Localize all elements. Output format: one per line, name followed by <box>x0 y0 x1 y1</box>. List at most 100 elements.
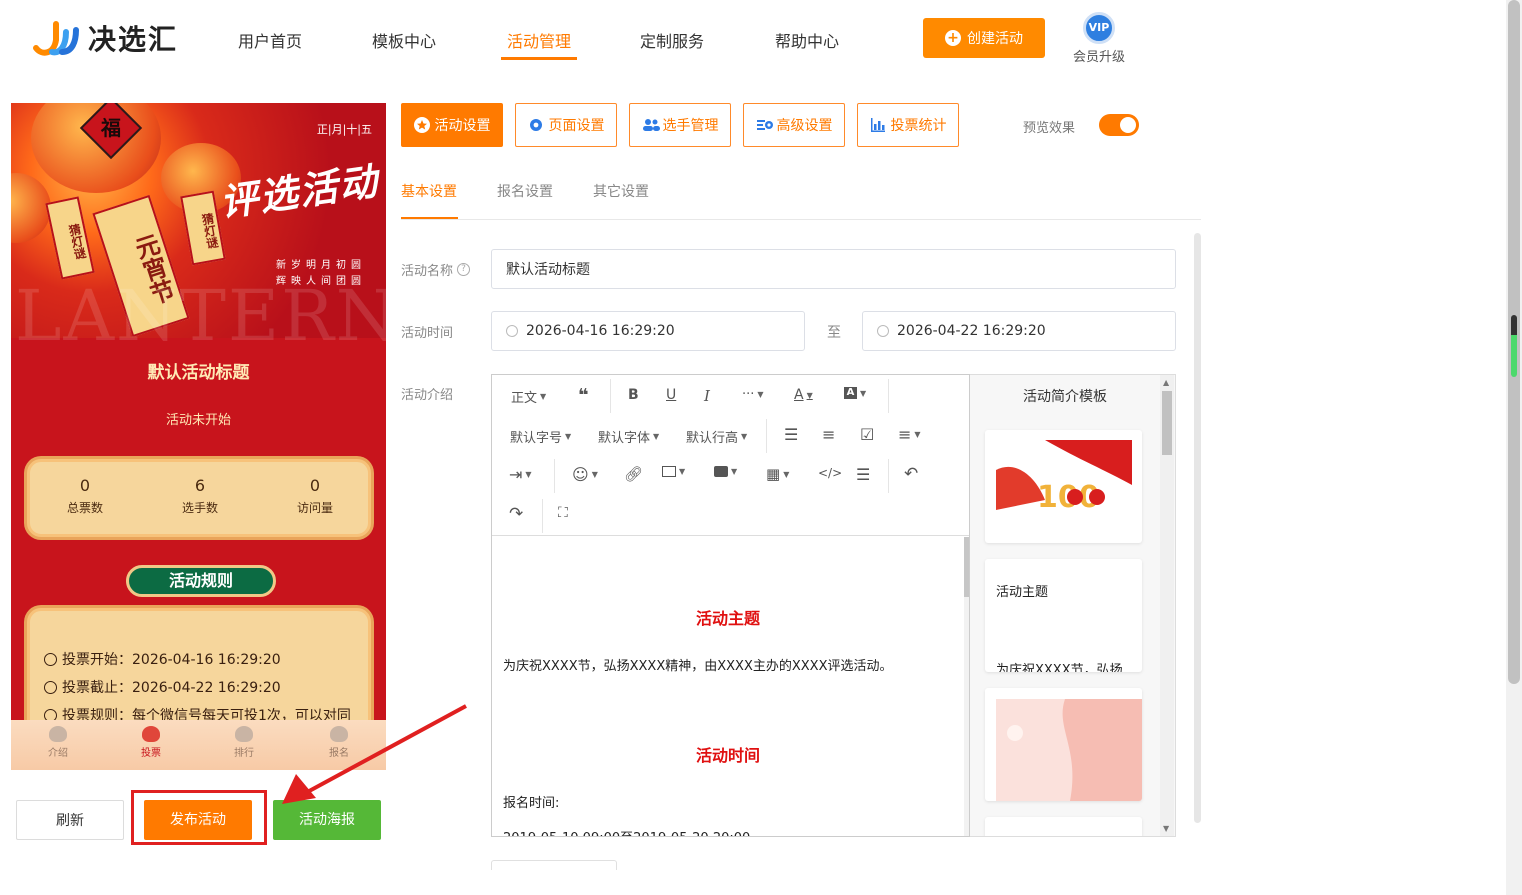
undo-icon[interactable]: ↶ <box>904 464 918 484</box>
numbered-list-icon[interactable]: ≡ <box>822 425 835 444</box>
more-styles-dropdown[interactable]: ··· ▼ <box>742 387 764 402</box>
nav-user-home[interactable]: 用户首页 <box>238 28 302 52</box>
template-card[interactable]: 100 <box>985 430 1142 543</box>
font-color-icon[interactable]: A ▼ <box>794 387 813 403</box>
bullet-list-icon[interactable]: ☰ <box>784 425 798 444</box>
vip-upgrade[interactable]: VIP 会员升级 <box>1070 12 1128 65</box>
font-family-dropdown[interactable]: 默认字体 ▼ <box>598 427 659 446</box>
rule-text: 投票截止：2026-04-22 16:29:20 <box>62 680 281 696</box>
line-height-dropdown[interactable]: 默认行高 ▼ <box>686 427 747 446</box>
preview-tab-ranking[interactable]: 排行 <box>214 726 274 759</box>
subtab-divider <box>401 219 1201 220</box>
nav-custom-service[interactable]: 定制服务 <box>640 28 704 52</box>
activity-intro-label: 活动介绍 <box>401 388 454 403</box>
image-dropdown[interactable]: ▼ <box>662 466 685 477</box>
table-dropdown[interactable]: ▦ ▼ <box>766 465 789 483</box>
rules-badge: 活动规则 <box>126 565 276 597</box>
subtab-other-settings[interactable]: 其它设置 <box>593 181 649 201</box>
stat-visits: 0 访问量 <box>260 476 370 516</box>
divider-icon[interactable]: ☰ <box>856 465 870 484</box>
preview-effect-toggle[interactable] <box>1099 114 1139 136</box>
stat-value: 0 <box>79 476 91 495</box>
template-card-text: 为庆祝XXXX节，弘扬 <box>996 663 1123 672</box>
refresh-button[interactable]: 刷新 <box>16 800 124 840</box>
stat-contestants: 6 选手数 <box>145 476 255 516</box>
fullscreen-icon[interactable]: ⛶ <box>558 505 568 521</box>
preview-tab-intro[interactable]: 介绍 <box>28 726 88 759</box>
redo-icon[interactable]: ↷ <box>509 504 523 524</box>
content-paragraph: 为庆祝XXXX节，弘扬XXXX精神，由XXXX主办的XXXX评选活动。 <box>503 659 893 674</box>
scroll-down-icon[interactable]: ▼ <box>1163 824 1169 833</box>
caret-down-icon: ▼ <box>783 469 790 479</box>
toolbar-separator <box>554 459 555 493</box>
tab-advanced-settings[interactable]: 高级设置 <box>743 103 845 147</box>
sliders-icon <box>756 117 773 133</box>
form-scrollbar[interactable] <box>1194 233 1201 823</box>
activity-name-input[interactable]: 默认活动标题 <box>491 249 1176 289</box>
subtab-signup-settings[interactable]: 报名设置 <box>497 181 553 201</box>
lantern-icon <box>49 726 67 742</box>
nav-activity-management[interactable]: 活动管理 <box>507 28 571 52</box>
toolbar-separator <box>542 499 543 533</box>
editor-scrollbar[interactable] <box>964 537 969 836</box>
editor-scrollbar-thumb[interactable] <box>964 537 969 597</box>
caret-down-icon: ▼ <box>741 432 748 441</box>
intro-template-panel: 活动简介模板 100 活动主题 为庆祝XXXX节，弘扬 ▲ <box>970 374 1176 837</box>
tool-label: 正文 <box>511 391 538 406</box>
scroll-up-icon[interactable]: ▲ <box>1163 378 1169 387</box>
todo-checkbox-icon[interactable]: ☑ <box>860 425 874 444</box>
clock-icon <box>44 680 57 694</box>
nav-help-center[interactable]: 帮助中心 <box>775 28 839 52</box>
content-paragraph: 报名时间: <box>503 796 560 811</box>
preview-tab-vote[interactable]: 投票 <box>121 726 181 759</box>
tab-page-settings[interactable]: 页面设置 <box>515 103 617 147</box>
template-card[interactable] <box>985 688 1142 801</box>
clock-icon <box>506 325 518 337</box>
end-time-value: 2026-04-22 16:29:20 <box>897 323 1046 339</box>
lantern-left-icon <box>11 173 51 243</box>
paragraph-format-dropdown[interactable]: 正文 ▼ <box>511 387 546 406</box>
code-icon[interactable]: </> <box>818 466 842 480</box>
template-scrollbar-thumb[interactable] <box>1162 391 1172 455</box>
logo[interactable]: 决选汇 <box>32 18 178 58</box>
link-icon[interactable]: 🔗︎ <box>624 465 643 483</box>
underline-icon[interactable]: U <box>666 387 676 403</box>
tab-vote-statistics[interactable]: 投票统计 <box>857 103 959 147</box>
nav-template-center[interactable]: 模板中心 <box>372 28 436 52</box>
caret-down-icon: ▼ <box>525 470 532 479</box>
tab-label: 活动设置 <box>434 118 491 134</box>
background-color-icon[interactable]: A ▼ <box>844 387 866 399</box>
emoji-dropdown[interactable]: ☺ ▼ <box>572 465 598 484</box>
editor-content[interactable]: 活动主题 为庆祝XXXX节，弘扬XXXX精神，由XXXX主办的XXXX评选活动。… <box>492 537 964 836</box>
align-dropdown[interactable]: ≡ ▼ <box>898 425 921 444</box>
logo-text: 决选汇 <box>88 23 179 56</box>
template-card[interactable]: 活动主题 为庆祝XXXX节，弘扬 <box>985 559 1142 672</box>
tab-contestant-management[interactable]: 选手管理 <box>629 103 731 147</box>
stat-label: 访问量 <box>296 501 333 515</box>
start-time-input[interactable]: 2026-04-16 16:29:20 <box>491 311 805 351</box>
activity-title: 默认活动标题 <box>147 363 250 383</box>
indent-dropdown[interactable]: ⇥ ▼ <box>509 465 532 484</box>
create-activity-button[interactable]: + 创建活动 <box>923 18 1045 58</box>
activity-name-label: 活动名称 ? <box>401 260 471 279</box>
font-size-dropdown[interactable]: 默认字号 ▼ <box>510 427 571 446</box>
template-card[interactable] <box>985 817 1142 836</box>
next-field-input[interactable] <box>491 860 617 870</box>
bar-chart-icon <box>870 117 886 133</box>
stat-value: 0 <box>309 476 321 495</box>
bold-icon[interactable]: B <box>628 387 639 403</box>
preview-tab-label: 介绍 <box>48 748 68 759</box>
video-dropdown[interactable]: ▼ <box>714 466 737 477</box>
template-scrollbar[interactable]: ▲ ▼ <box>1160 375 1174 836</box>
quote-icon[interactable]: ❝ <box>578 385 589 406</box>
toolbar-separator <box>766 419 767 453</box>
italic-icon[interactable]: I <box>704 387 710 405</box>
vip-upgrade-label: 会员升级 <box>1072 50 1125 65</box>
banner-date: 正|月|十|五 <box>316 123 372 136</box>
subtab-basic-settings[interactable]: 基本设置 <box>401 181 457 201</box>
tab-activity-settings[interactable]: 活动设置 <box>401 103 503 147</box>
end-time-input[interactable]: 2026-04-22 16:29:20 <box>862 311 1176 351</box>
party-anniversary-thumbnail-icon: 100 <box>996 440 1132 520</box>
page-scrollbar[interactable] <box>1506 0 1522 895</box>
help-icon[interactable]: ? <box>457 263 471 276</box>
